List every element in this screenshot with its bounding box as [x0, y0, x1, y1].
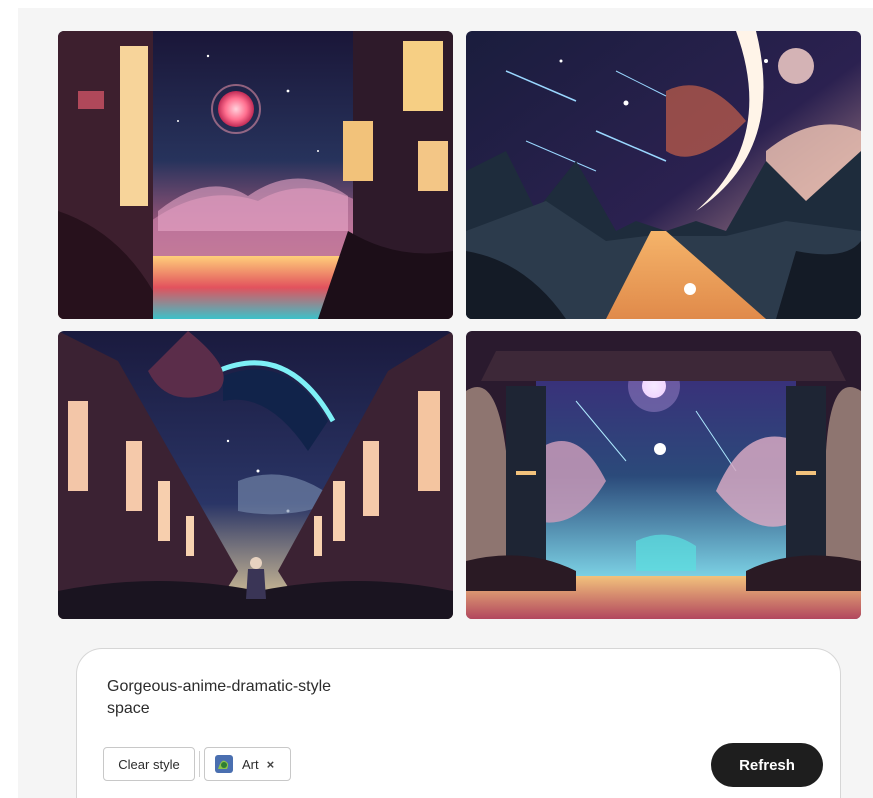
generated-image-4-art [466, 331, 861, 619]
style-chip-art[interactable]: Art × [204, 747, 291, 781]
generated-image-3[interactable] [58, 331, 453, 619]
image-grid [58, 31, 861, 619]
generated-image-1[interactable] [58, 31, 453, 319]
prompt-panel: Gorgeous-anime-dramatic-style space Clear… [76, 648, 841, 798]
remove-style-close-icon[interactable]: × [267, 757, 275, 772]
prompt-input[interactable]: Gorgeous-anime-dramatic-style space [107, 676, 407, 720]
prompt-text-line-1: Gorgeous-anime-dramatic-style [107, 678, 332, 695]
generated-image-1-art [58, 31, 453, 319]
art-style-thumbnail-icon [215, 755, 233, 773]
clear-style-label: Clear style [118, 756, 180, 772]
generated-image-2[interactable] [466, 31, 861, 319]
refresh-button[interactable]: Refresh [711, 743, 823, 787]
style-chip-label: Art [242, 756, 259, 772]
prompt-text-line-2: space [107, 700, 150, 717]
generated-image-2-art [466, 31, 861, 319]
page: Gorgeous-anime-dramatic-style space Clear… [0, 0, 873, 798]
generated-image-4[interactable] [466, 331, 861, 619]
generated-image-3-art [58, 331, 453, 619]
chip-divider [199, 751, 200, 777]
clear-style-button[interactable]: Clear style [103, 747, 195, 781]
